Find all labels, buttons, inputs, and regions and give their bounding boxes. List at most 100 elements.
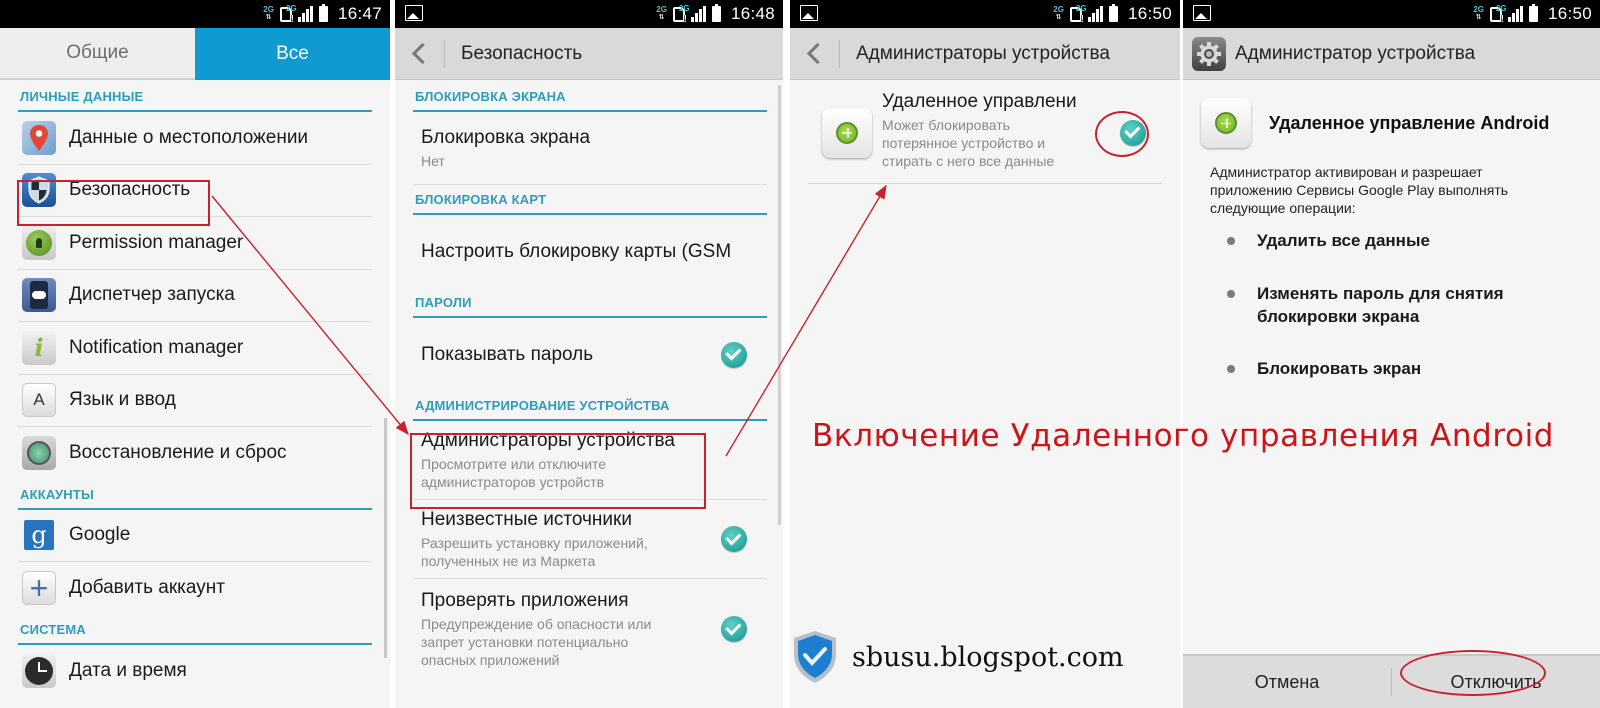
device-manager-app-icon bbox=[822, 107, 872, 158]
settings-item-location[interactable]: Данные о местоположении bbox=[18, 112, 372, 165]
signal-icon: 2G bbox=[286, 4, 313, 22]
app-header: Удаленное управление Android bbox=[1201, 98, 1549, 148]
gallery-notification-icon bbox=[405, 5, 423, 21]
admin-subtitle-line: потерянное устройство и bbox=[882, 135, 1046, 151]
settings-screen: 2G⇅ 2G 16:47 Общие Все ЛИЧНЫЕ ДАННЫЕ Дан… bbox=[0, 0, 390, 708]
setting-unknown-sources[interactable]: Неизвестные источники Разрешить установк… bbox=[413, 500, 767, 579]
setting-sim-lock[interactable]: Настроить блокировку карты (GSM bbox=[413, 215, 767, 288]
section-header-screen-lock: БЛОКИРОВКА ЭКРАНА bbox=[413, 82, 767, 112]
scrollbar[interactable] bbox=[384, 418, 387, 658]
settings-item-label: Google bbox=[69, 524, 131, 546]
permission-text: Изменять пароль для снятия bbox=[1257, 284, 1504, 303]
tab-all[interactable]: Все bbox=[195, 28, 390, 80]
battery-icon bbox=[1528, 4, 1538, 22]
checkbox-checked-icon[interactable] bbox=[721, 526, 747, 552]
settings-tabs: Общие Все bbox=[0, 28, 390, 80]
action-bar: Безопасность bbox=[395, 28, 783, 80]
status-bar: 2G⇅ 2G 16:48 bbox=[395, 0, 783, 28]
permission-text: Блокировать экран bbox=[1257, 359, 1422, 378]
permission-item: Изменять пароль для снятия блокировки экр… bbox=[1183, 282, 1504, 328]
bullet-icon bbox=[1227, 237, 1235, 245]
checkbox-checked-icon[interactable] bbox=[721, 616, 747, 642]
battery-icon bbox=[318, 4, 328, 22]
settings-item-startup-manager[interactable]: Диспетчер запуска bbox=[18, 270, 372, 322]
network-2g-icon: 2G ⇅ bbox=[656, 5, 667, 22]
admin-subtitle-line: Может блокировать bbox=[882, 117, 1010, 133]
network-2g-icon: 2G ⇅ bbox=[1473, 5, 1484, 22]
watermark: sbusu.blogspot.com bbox=[792, 630, 1124, 684]
settings-gear-icon[interactable] bbox=[1192, 36, 1226, 71]
setting-subtitle: Нет bbox=[421, 152, 445, 169]
admin-subtitle-line: стирать с него все данные bbox=[882, 153, 1055, 169]
status-time: 16:50 bbox=[1127, 4, 1172, 23]
settings-item-backup-reset[interactable]: Восстановление и сброс bbox=[18, 427, 372, 480]
settings-item-label: Permission manager bbox=[69, 231, 244, 253]
tab-general[interactable]: Общие bbox=[0, 28, 195, 80]
highlight-circle-disable bbox=[1400, 650, 1546, 696]
security-screen: 2G⇅ 2G 16:48 Безопасность БЛОКИРОВКА ЭКР… bbox=[395, 0, 783, 708]
annotation-caption: Включение Удаленного управления Android bbox=[812, 418, 1555, 454]
settings-item-label: Диспетчер запуска bbox=[69, 284, 235, 306]
setting-show-password[interactable]: Показывать пароль bbox=[413, 318, 767, 391]
permission-text: блокировки экрана bbox=[1257, 307, 1420, 326]
settings-item-label: Данные о местоположении bbox=[69, 126, 309, 148]
back-button[interactable] bbox=[395, 39, 445, 68]
settings-list: ЛИЧНЫЕ ДАННЫЕ Данные о местоположении Бе… bbox=[18, 82, 372, 697]
back-button[interactable] bbox=[790, 39, 840, 68]
setting-subtitle-line: запрет установки потенциально bbox=[421, 633, 629, 650]
location-icon bbox=[22, 120, 56, 155]
plus-icon: + bbox=[22, 571, 56, 606]
network-2g-icon: 2G ⇅ bbox=[263, 5, 274, 22]
setting-screen-lock[interactable]: Блокировка экрана Нет bbox=[413, 112, 767, 185]
battery-icon bbox=[711, 4, 721, 22]
bullet-icon bbox=[1227, 365, 1235, 373]
phone-toggle-icon bbox=[22, 278, 56, 313]
settings-item-language-input[interactable]: A Язык и ввод bbox=[18, 375, 372, 427]
section-header-passwords: ПАРОЛИ bbox=[413, 288, 767, 318]
cancel-button[interactable]: Отмена bbox=[1183, 672, 1391, 693]
status-time: 16:50 bbox=[1547, 4, 1592, 23]
settings-item-notification-manager[interactable]: i Notification manager bbox=[18, 322, 372, 375]
lock-icon bbox=[22, 225, 56, 260]
google-icon: g bbox=[24, 520, 54, 551]
permissions-list: Удалить все данные Изменять пароль для с… bbox=[1183, 229, 1504, 380]
network-2g-icon: 2G ⇅ bbox=[1053, 5, 1064, 22]
scrollbar[interactable] bbox=[778, 85, 781, 525]
admin-description: Администратор активирован и разрешает пр… bbox=[1210, 163, 1508, 217]
highlight-circle-checkbox bbox=[1095, 111, 1149, 157]
app-name: Удаленное управление Android bbox=[1269, 112, 1550, 133]
permission-item: Удалить все данные bbox=[1183, 229, 1504, 252]
settings-item-add-account[interactable]: + Добавить аккаунт bbox=[18, 562, 372, 615]
settings-item-google[interactable]: g Google bbox=[18, 510, 372, 562]
settings-item-label: Notification manager bbox=[69, 336, 244, 358]
setting-title: Блокировка экрана bbox=[421, 126, 591, 148]
signal-icon: 2G bbox=[679, 4, 706, 22]
setting-subtitle-line: Предупреждение об опасности или bbox=[421, 615, 652, 632]
status-bar: 2G⇅ 2G 16:50 bbox=[790, 0, 1180, 28]
description-line: Администратор активирован и разрешает bbox=[1210, 164, 1483, 180]
device-administrator-detail-screen: 2G⇅ 2G 16:50 Администратор устройства Уд… bbox=[1183, 0, 1600, 708]
description-line: следующие операции: bbox=[1210, 200, 1356, 216]
device-administrators-screen: 2G⇅ 2G 16:50 Администраторы устройства У… bbox=[790, 0, 1180, 708]
info-icon: i bbox=[22, 330, 56, 365]
section-header-sim-lock: БЛОКИРОВКА КАРТ bbox=[413, 185, 767, 215]
signal-icon: 2G bbox=[1496, 4, 1523, 22]
status-bar: 2G⇅ 2G 16:47 bbox=[0, 0, 390, 28]
keyboard-icon: A bbox=[22, 383, 56, 418]
page-title: Администраторы устройства bbox=[856, 42, 1110, 64]
setting-verify-apps[interactable]: Проверять приложения Предупреждение об о… bbox=[413, 579, 767, 679]
action-bar: Администраторы устройства bbox=[790, 28, 1180, 80]
brand-url: sbusu.blogspot.com bbox=[852, 641, 1124, 673]
settings-item-date-time[interactable]: Дата и время bbox=[18, 645, 372, 698]
setting-subtitle-line: Разрешить установку приложений, bbox=[421, 534, 648, 551]
status-time: 16:48 bbox=[730, 4, 775, 23]
status-time: 16:47 bbox=[337, 4, 382, 23]
admin-title: Удаленное управлени bbox=[882, 91, 1077, 112]
setting-title: Проверять приложения bbox=[421, 589, 629, 611]
checkbox-checked-icon[interactable] bbox=[721, 341, 747, 368]
security-list: БЛОКИРОВКА ЭКРАНА Блокировка экрана Нет … bbox=[413, 82, 767, 679]
signal-icon: 2G bbox=[1076, 4, 1103, 22]
permission-item: Блокировать экран bbox=[1183, 357, 1504, 380]
highlight-box-security bbox=[17, 180, 210, 226]
permission-text: Удалить все данные bbox=[1257, 231, 1430, 250]
